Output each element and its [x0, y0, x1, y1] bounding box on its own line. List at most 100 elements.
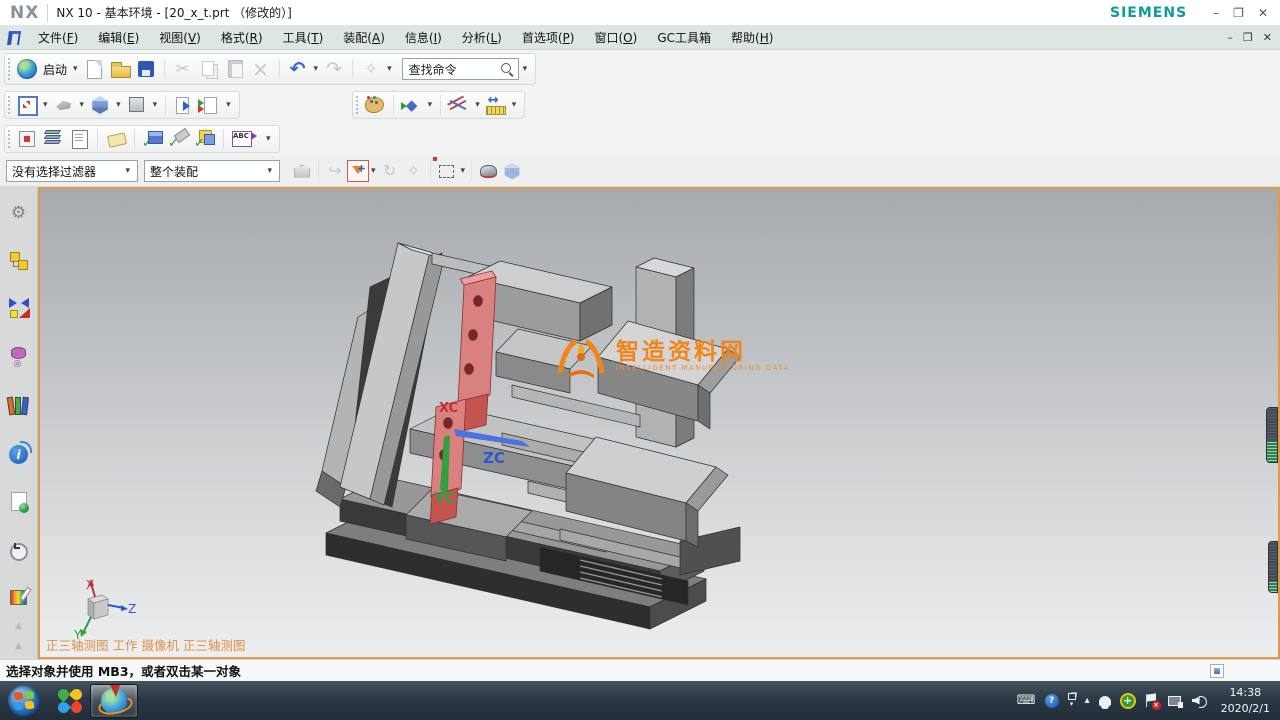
filter-dropdown[interactable]: ▾	[369, 166, 378, 176]
orient-dropdown[interactable]: ▾	[78, 100, 87, 110]
selection-status-icon[interactable]	[1210, 664, 1224, 678]
assembly-constraint-icon[interactable]	[141, 127, 165, 151]
replace-component-icon[interactable]	[193, 127, 217, 151]
text-edit-icon[interactable]: ABC	[230, 127, 254, 151]
render-style-icon[interactable]	[125, 93, 149, 117]
layer-stack-icon[interactable]	[41, 127, 65, 151]
history-clock-icon[interactable]	[7, 540, 31, 564]
snap-dropdown[interactable]: ▾	[473, 100, 482, 110]
send-icon[interactable]: ✧	[359, 57, 383, 81]
menu-tools[interactable]: 工具(T)	[273, 26, 334, 49]
open-folder-icon[interactable]	[108, 57, 132, 81]
save-icon[interactable]	[134, 57, 158, 81]
pane-dropdown[interactable]: ▾	[224, 100, 233, 110]
visualization-palette-icon[interactable]	[10, 590, 27, 605]
menu-help[interactable]: 帮助(H)	[721, 26, 783, 49]
menu-analysis[interactable]: 分析(L)	[452, 26, 512, 49]
start-button[interactable]	[8, 685, 40, 717]
start-label[interactable]: 启动	[41, 61, 69, 78]
history-books-icon[interactable]	[7, 395, 31, 419]
assembly-dropdown[interactable]: ▾	[264, 134, 273, 144]
pane-forward-icon[interactable]	[172, 93, 196, 117]
internet-info-icon[interactable]: i	[9, 445, 28, 464]
annotation-tag-icon[interactable]	[104, 127, 128, 151]
menu-view[interactable]: 视图(V)	[149, 26, 211, 49]
sidebar-scroll-up-icon[interactable]: ▲	[15, 621, 22, 631]
tray-window-icon[interactable]: ▾	[1068, 693, 1076, 708]
start-globe-icon[interactable]	[15, 57, 39, 81]
shaded-tool-icon[interactable]	[476, 159, 500, 183]
mate-tool-icon[interactable]	[167, 127, 191, 151]
marquee-select-icon[interactable]	[435, 159, 459, 183]
child-restore-button[interactable]: ❐	[1243, 32, 1253, 43]
taskbar-browser-icon[interactable]	[50, 684, 90, 718]
move-component-icon[interactable]	[15, 127, 39, 151]
isometric-dropdown[interactable]: ▾	[114, 100, 123, 110]
start-dropdown[interactable]: ▾	[71, 64, 80, 74]
undo-icon[interactable]: ↶	[286, 57, 310, 81]
marquee-dropdown[interactable]: ▾	[459, 166, 468, 176]
menu-window[interactable]: 窗口(O)	[584, 26, 647, 49]
cut-icon[interactable]: ✂	[171, 57, 195, 81]
menu-edit[interactable]: 编辑(E)	[88, 26, 149, 49]
tray-network-icon[interactable]	[1168, 694, 1183, 708]
web-browser-icon[interactable]	[7, 490, 31, 514]
redo-icon[interactable]: ↷	[322, 57, 346, 81]
scope-filter-combo[interactable]: 整个装配 ▾	[144, 160, 280, 182]
fit-dropdown[interactable]: ▾	[41, 100, 50, 110]
snap-point-icon[interactable]	[447, 93, 471, 117]
tray-keyboard-icon[interactable]: ⌨	[1017, 694, 1036, 707]
filter-revert-icon[interactable]: ↪	[323, 159, 347, 183]
child-close-button[interactable]: ✕	[1263, 32, 1272, 43]
viewport-scroll-widget[interactable]	[1266, 407, 1278, 463]
layer-settings-icon[interactable]	[67, 127, 91, 151]
reuse-library-icon[interactable]	[7, 345, 31, 369]
tray-clock[interactable]: 14:38 2020/2/1	[1221, 685, 1270, 716]
snap-point-filter-icon[interactable]	[347, 160, 369, 182]
undo-dropdown[interactable]: ▾	[312, 64, 321, 74]
3d-model[interactable]	[40, 189, 1278, 657]
tray-show-hidden-icon[interactable]: ▴	[1085, 696, 1090, 706]
tray-volume-icon[interactable]	[1192, 694, 1208, 708]
fit-view-icon[interactable]	[15, 93, 39, 117]
restore-button[interactable]: ❐	[1233, 7, 1244, 19]
clip-section-icon[interactable]	[500, 159, 524, 183]
measure-distance-icon[interactable]	[484, 93, 508, 117]
assembly-navigator-icon[interactable]	[9, 251, 29, 271]
orient-view-icon[interactable]	[52, 93, 76, 117]
find-dropdown[interactable]: ▾	[521, 64, 530, 74]
isometric-view-icon[interactable]	[88, 93, 112, 117]
viewport-scroll-widget[interactable]	[1268, 541, 1278, 593]
close-button[interactable]: ✕	[1258, 7, 1268, 19]
menu-preferences[interactable]: 首选项(P)	[512, 26, 585, 49]
find-command-input[interactable]	[407, 61, 499, 77]
tray-help-icon[interactable]: ?	[1045, 694, 1059, 708]
tray-action-center-icon[interactable]: ×	[1145, 693, 1159, 709]
menu-format[interactable]: 格式(R)	[211, 26, 273, 49]
roles-gear-icon[interactable]: ⚙	[7, 201, 31, 225]
delete-icon[interactable]: ×	[249, 57, 273, 81]
show-hide-icon[interactable]: ◆	[400, 93, 424, 117]
menu-information[interactable]: 信息(I)	[395, 26, 452, 49]
assembly-filter-icon[interactable]	[290, 159, 314, 183]
component-filter-icon[interactable]: ✧	[402, 159, 426, 183]
paste-icon[interactable]	[223, 57, 247, 81]
copy-icon[interactable]	[197, 57, 221, 81]
show-hide-dropdown[interactable]: ▾	[426, 100, 435, 110]
type-filter-combo[interactable]: 没有选择过滤器 ▾	[6, 160, 138, 182]
pane-back-icon[interactable]	[198, 93, 222, 117]
menu-assemblies[interactable]: 装配(A)	[333, 26, 395, 49]
measure-dropdown[interactable]: ▾	[510, 100, 519, 110]
render-style-dropdown[interactable]: ▾	[151, 100, 160, 110]
send-dropdown[interactable]: ▾	[385, 64, 394, 74]
constraint-navigator-icon[interactable]	[8, 297, 30, 319]
tray-bell-icon[interactable]	[1099, 696, 1111, 706]
sidebar-scroll-up2-icon[interactable]: ▲	[15, 641, 22, 651]
child-minimize-button[interactable]: –	[1227, 32, 1233, 43]
search-icon[interactable]	[499, 61, 515, 77]
tray-safety-icon[interactable]: +	[1120, 693, 1136, 709]
graphics-viewport[interactable]: XC ZC YC 智造资料网 INTELLIGENT MANUFACTURING…	[38, 187, 1280, 659]
minimize-button[interactable]: –	[1213, 7, 1219, 19]
role-palette-icon[interactable]	[363, 93, 387, 117]
rotate-filter-icon[interactable]: ↻	[378, 159, 402, 183]
